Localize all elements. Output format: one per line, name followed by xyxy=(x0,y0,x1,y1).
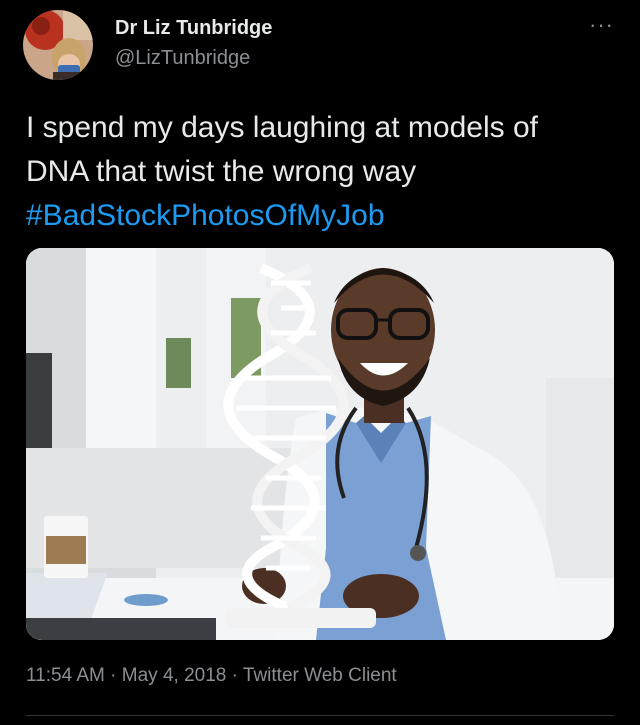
tweet-text-line-2: DNA that twist the wrong way xyxy=(26,155,417,188)
avatar[interactable] xyxy=(23,10,93,80)
tweet-meta: 11:54 AM · May 4, 2018 · Twitter Web Cli… xyxy=(26,665,397,687)
meta-separator: · xyxy=(104,665,122,686)
tweet-time[interactable]: 11:54 AM xyxy=(26,665,105,686)
tweet-source[interactable]: Twitter Web Client xyxy=(243,665,397,686)
meta-separator: · xyxy=(226,665,243,686)
avatar-image xyxy=(23,10,93,80)
tweet-date[interactable]: May 4, 2018 xyxy=(122,665,227,686)
author-name[interactable]: Dr Liz Tunbridge xyxy=(115,17,272,40)
hashtag-link[interactable]: #BadStockPhotosOfMyJob xyxy=(26,194,626,238)
more-icon[interactable]: ··· xyxy=(589,14,614,36)
tweet-text-line-1: I spend my days laughing at models of xyxy=(26,111,538,144)
tweet: Dr Liz Tunbridge @LizTunbridge ··· I spe… xyxy=(0,0,640,725)
stock-photo-illustration xyxy=(26,248,614,640)
tweet-text: I spend my days laughing at models of DN… xyxy=(26,106,626,238)
divider xyxy=(26,715,614,716)
tweet-photo[interactable] xyxy=(26,248,614,640)
author-handle[interactable]: @LizTunbridge xyxy=(115,47,250,70)
